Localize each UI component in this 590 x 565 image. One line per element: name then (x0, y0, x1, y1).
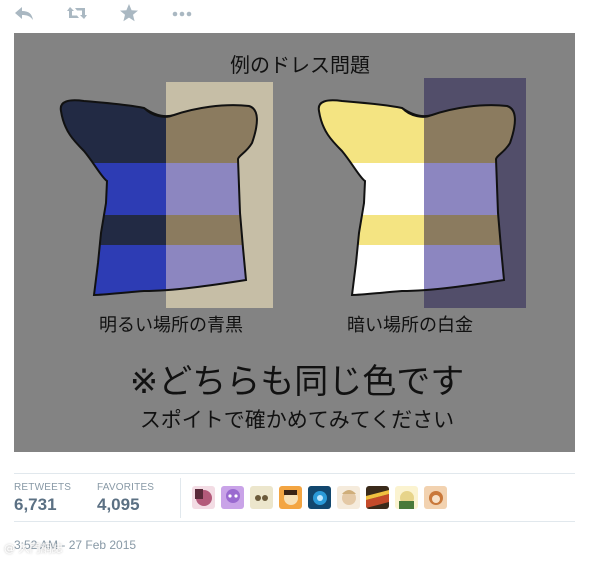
left-dress (59, 82, 273, 308)
right-caption: 暗い場所の白金 (347, 315, 473, 336)
divider-top (14, 473, 575, 474)
avatar[interactable] (250, 486, 273, 509)
retweet-icon[interactable] (65, 2, 89, 24)
image-title: 例のドレス問題 (230, 53, 370, 77)
divider-bottom (14, 521, 575, 522)
avatar[interactable] (424, 486, 447, 509)
avatar[interactable] (192, 486, 215, 509)
more-icon[interactable] (170, 2, 194, 24)
tweet-actions-toolbar (0, 0, 590, 28)
reply-icon[interactable] (12, 2, 36, 24)
avatar[interactable] (366, 486, 389, 509)
avatar[interactable] (221, 486, 244, 509)
avatar[interactable] (308, 486, 331, 509)
avatar[interactable] (279, 486, 302, 509)
watermark: @ 入門網誌 (4, 542, 63, 555)
stats-separator (180, 478, 181, 518)
retweets-stat[interactable]: RETWEETS 6,731 (14, 482, 71, 515)
favorites-label: FAVORITES (97, 482, 155, 493)
sub-statement: スポイトで確かめてみてください (140, 408, 454, 432)
favorites-stat[interactable]: FAVORITES 4,095 (97, 482, 154, 515)
favorite-icon[interactable] (117, 2, 141, 24)
main-statement: ※どちらも同じ色です (130, 362, 465, 402)
left-caption: 明るい場所の青黒 (99, 315, 243, 336)
retweets-count: 6,731 (14, 495, 57, 514)
tweet-image[interactable]: 例のドレス問題 明るい場所の青黒 暗い場所の白金 ※どちらも同じ色です スポイト… (14, 33, 575, 452)
avatar[interactable] (395, 486, 418, 509)
favorites-count: 4,095 (97, 495, 140, 514)
retweets-label: RETWEETS (14, 482, 72, 493)
avatar[interactable] (337, 486, 360, 509)
right-dress (317, 78, 526, 308)
